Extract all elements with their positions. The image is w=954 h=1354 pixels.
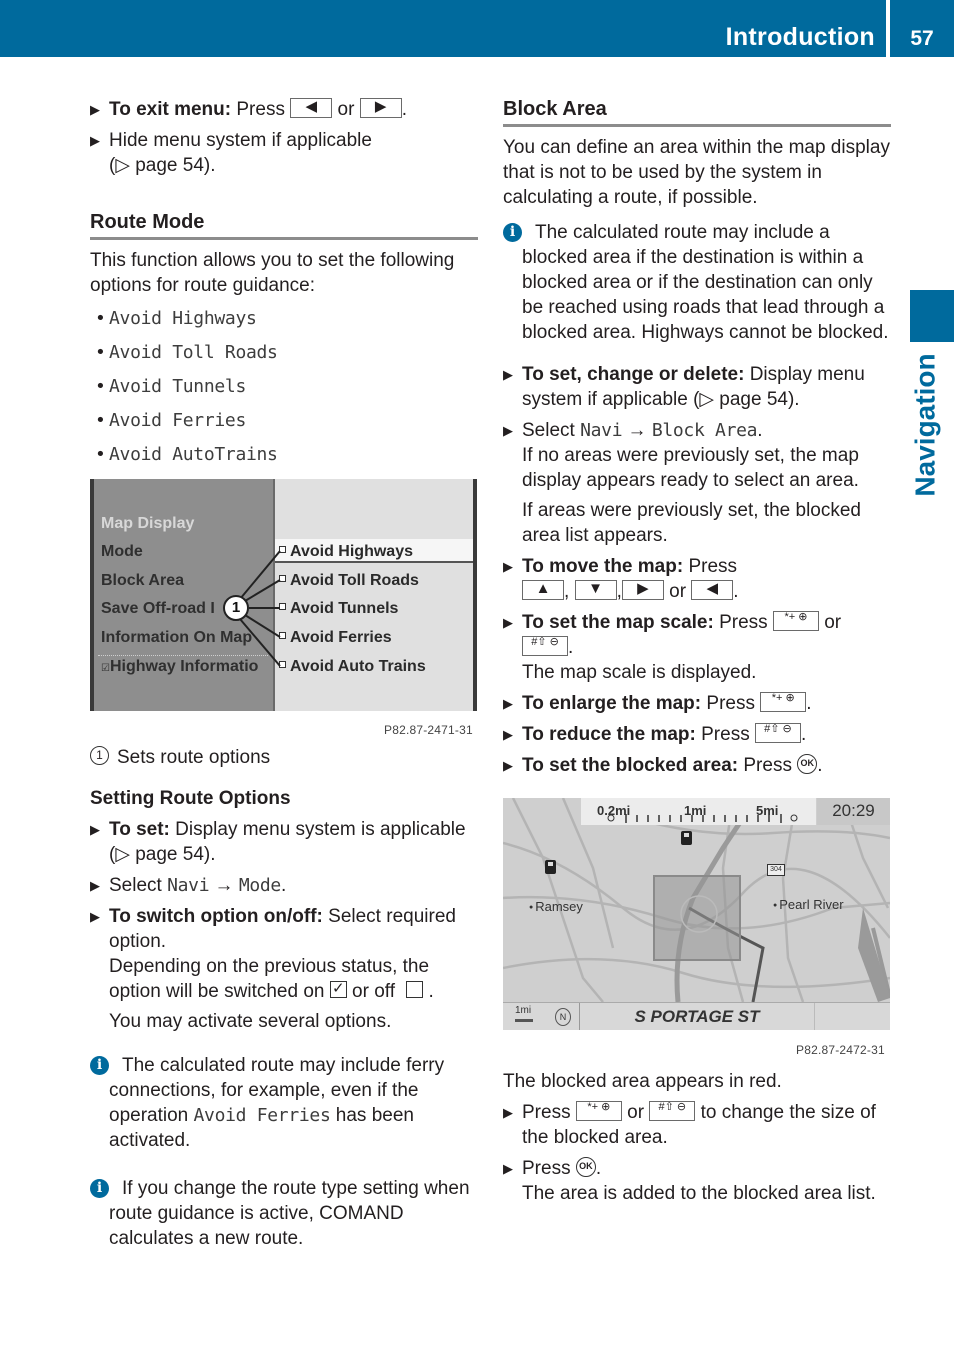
route-mode-section: Route Mode This function allows you to s… xyxy=(90,209,478,474)
section-title: Introduction xyxy=(725,23,875,51)
step-arrow-icon: ▶ xyxy=(503,367,513,382)
step-arrow-icon: ▶ xyxy=(90,909,100,924)
route-options-list: Avoid Highways Avoid Toll Roads Avoid Tu… xyxy=(95,304,478,474)
section-heading: Block Area xyxy=(503,96,891,127)
map-status-bar: 1mi N S PORTAGE ST xyxy=(503,1002,890,1030)
block-area-steps: ▶ To set, change or delete: Display menu… xyxy=(503,362,891,784)
zoom-in-key: *+ ⊕ xyxy=(575,1100,622,1121)
block-area-map-screenshot: 304 Ramsey Pearl River 0.2mi 1mi 5mi 20:… xyxy=(503,798,890,1030)
info-icon: i xyxy=(90,1179,109,1198)
checkbox-checked-icon: ✓ xyxy=(329,981,347,999)
right-key: ▶ xyxy=(359,97,402,118)
step-set-blocked-area: ▶ To set the blocked area: Press OK. xyxy=(503,753,823,776)
step-arrow-icon: ▶ xyxy=(90,133,100,148)
zoom-in-key: *+ ⊕ xyxy=(772,610,819,631)
step-arrow-icon: ▶ xyxy=(503,727,513,742)
list-item: Avoid Highways xyxy=(95,304,478,338)
step-arrow-icon: ▶ xyxy=(503,696,513,711)
setting-section: 1 Sets route options Setting Route Option… xyxy=(90,745,478,1040)
info-icon: i xyxy=(503,223,522,242)
map-scale-bar: 0.2mi 1mi 5mi xyxy=(581,798,816,825)
ok-button-icon: OK xyxy=(797,753,818,774)
list-item: Avoid Toll Roads xyxy=(95,338,478,372)
zoom-out-key: #⇧ ⊖ xyxy=(522,635,568,656)
step-to-set: ▶ To set: Display menu system is applica… xyxy=(90,819,466,865)
scale-ticks xyxy=(607,814,798,823)
after-map-section: The blocked area appears in red. ▶ Press… xyxy=(503,1069,891,1212)
step-arrow-icon: ▶ xyxy=(503,758,513,773)
zoom-out-key: #⇧ ⊖ xyxy=(754,722,801,743)
step-press-ok: ▶ Press OK. The area is added to the blo… xyxy=(503,1156,876,1204)
section-heading: Route Mode xyxy=(90,209,478,240)
route-sign-icon: 304 xyxy=(767,864,785,876)
step-reduce-map: ▶ To reduce the map: Press #⇧ ⊖. xyxy=(503,722,807,745)
side-tab-marker xyxy=(910,290,954,342)
fuel-station-icon xyxy=(681,831,692,845)
checkbox-unchecked-icon xyxy=(406,981,424,999)
left-key: ◀ xyxy=(691,579,734,600)
down-key: ▼ xyxy=(574,579,617,600)
figure-code: P82.87-2471-31 xyxy=(384,723,473,737)
blocked-area-rectangle xyxy=(653,875,741,961)
scale-indicator: 1mi xyxy=(515,1005,533,1022)
left-column: ▶ To exit menu: Press ◀ or ▶. ▶ Hide men… xyxy=(90,97,478,184)
block-area-info: i The calculated route may include a blo… xyxy=(503,220,891,345)
step-hide-menu: ▶ Hide menu system if applicable (▷ page… xyxy=(90,130,372,176)
step-arrow-icon: ▶ xyxy=(503,1161,513,1176)
zoom-out-key: #⇧ ⊖ xyxy=(649,1100,696,1121)
compass-icon: N xyxy=(555,1008,571,1026)
step-arrow-icon: ▶ xyxy=(90,102,100,117)
place-label: Pearl River xyxy=(773,892,843,920)
list-item: Avoid Ferries xyxy=(95,406,478,440)
fuel-station-icon xyxy=(545,860,556,874)
figure-code: P82.87-2472-31 xyxy=(796,1043,885,1057)
step-set-change-delete: ▶ To set, change or delete: Display menu… xyxy=(503,364,865,410)
step-change-size: ▶ Press *+ ⊕ or #⇧ ⊖ to change the size … xyxy=(503,1100,876,1148)
current-street: S PORTAGE ST xyxy=(579,1003,815,1030)
step-note: You may activate several options. xyxy=(109,1011,392,1032)
page-number: 57 xyxy=(910,27,934,50)
info-icon: i xyxy=(90,1056,109,1075)
step-switch-option: ▶ To switch option on/off: Select requir… xyxy=(90,904,478,1034)
page-header: Introduction 57 xyxy=(0,0,954,57)
up-key: ▲ xyxy=(522,579,564,600)
block-area-section: Block Area You can define an area within… xyxy=(503,96,891,345)
callout-lines xyxy=(239,550,281,667)
place-label: Ramsey xyxy=(529,894,583,922)
list-item: Avoid AutoTrains xyxy=(95,440,478,474)
info-ferries: i The calculated route may include ferry… xyxy=(90,1053,478,1153)
info-route-type: i If you change the route type setting w… xyxy=(90,1176,478,1251)
step-move-map: ▶ To move the map: Press ▲, ▼, ▶ or ◀. xyxy=(503,556,739,602)
zoom-in-key: *+ ⊕ xyxy=(760,691,807,712)
figure-legend: 1 Sets route options xyxy=(90,745,478,770)
ok-button-icon: OK xyxy=(575,1156,596,1177)
step-select-block-area: ▶ Select Navi → Block Area. If no areas … xyxy=(503,420,862,546)
step-arrow-icon: ▶ xyxy=(90,822,100,837)
step-enlarge-map: ▶ To enlarge the map: Press *+ ⊕. xyxy=(503,691,812,714)
red-area-note: The blocked area appears in red. xyxy=(503,1071,782,1092)
step-arrow-icon: ▶ xyxy=(503,423,513,438)
step-arrow-icon: ▶ xyxy=(503,1105,513,1120)
page-reference-link[interactable]: (▷ page 54). xyxy=(109,844,216,865)
route-mode-screenshot: Map Display Mode Block Area Save Off-roa… xyxy=(90,479,477,711)
callout-number: 1 xyxy=(223,595,249,621)
route-mode-intro: This function allows you to set the foll… xyxy=(90,250,455,296)
list-item: Avoid Tunnels xyxy=(95,372,478,406)
subsection-heading: Setting Route Options xyxy=(90,788,291,809)
callout-number-icon: 1 xyxy=(90,746,109,766)
block-area-intro: You can define an area within the map di… xyxy=(503,137,890,208)
clock-display: 20:29 xyxy=(817,798,890,825)
step-arrow-icon: ▶ xyxy=(503,615,513,630)
step-set-map-scale: ▶ To set the map scale: Press *+ ⊕ or #⇧… xyxy=(503,610,842,683)
step-arrow-icon: ▶ xyxy=(90,878,100,893)
step-exit-menu: ▶ To exit menu: Press ◀ or ▶. xyxy=(90,97,407,120)
right-key: ▶ xyxy=(621,579,664,600)
side-tab-label: Navigation xyxy=(909,353,941,497)
left-key: ◀ xyxy=(290,97,333,118)
step-arrow-icon: ▶ xyxy=(503,559,513,574)
page-reference-link[interactable]: (▷ page 54). xyxy=(109,155,216,176)
step-select-mode: ▶ Select Navi → Mode. xyxy=(90,875,287,896)
